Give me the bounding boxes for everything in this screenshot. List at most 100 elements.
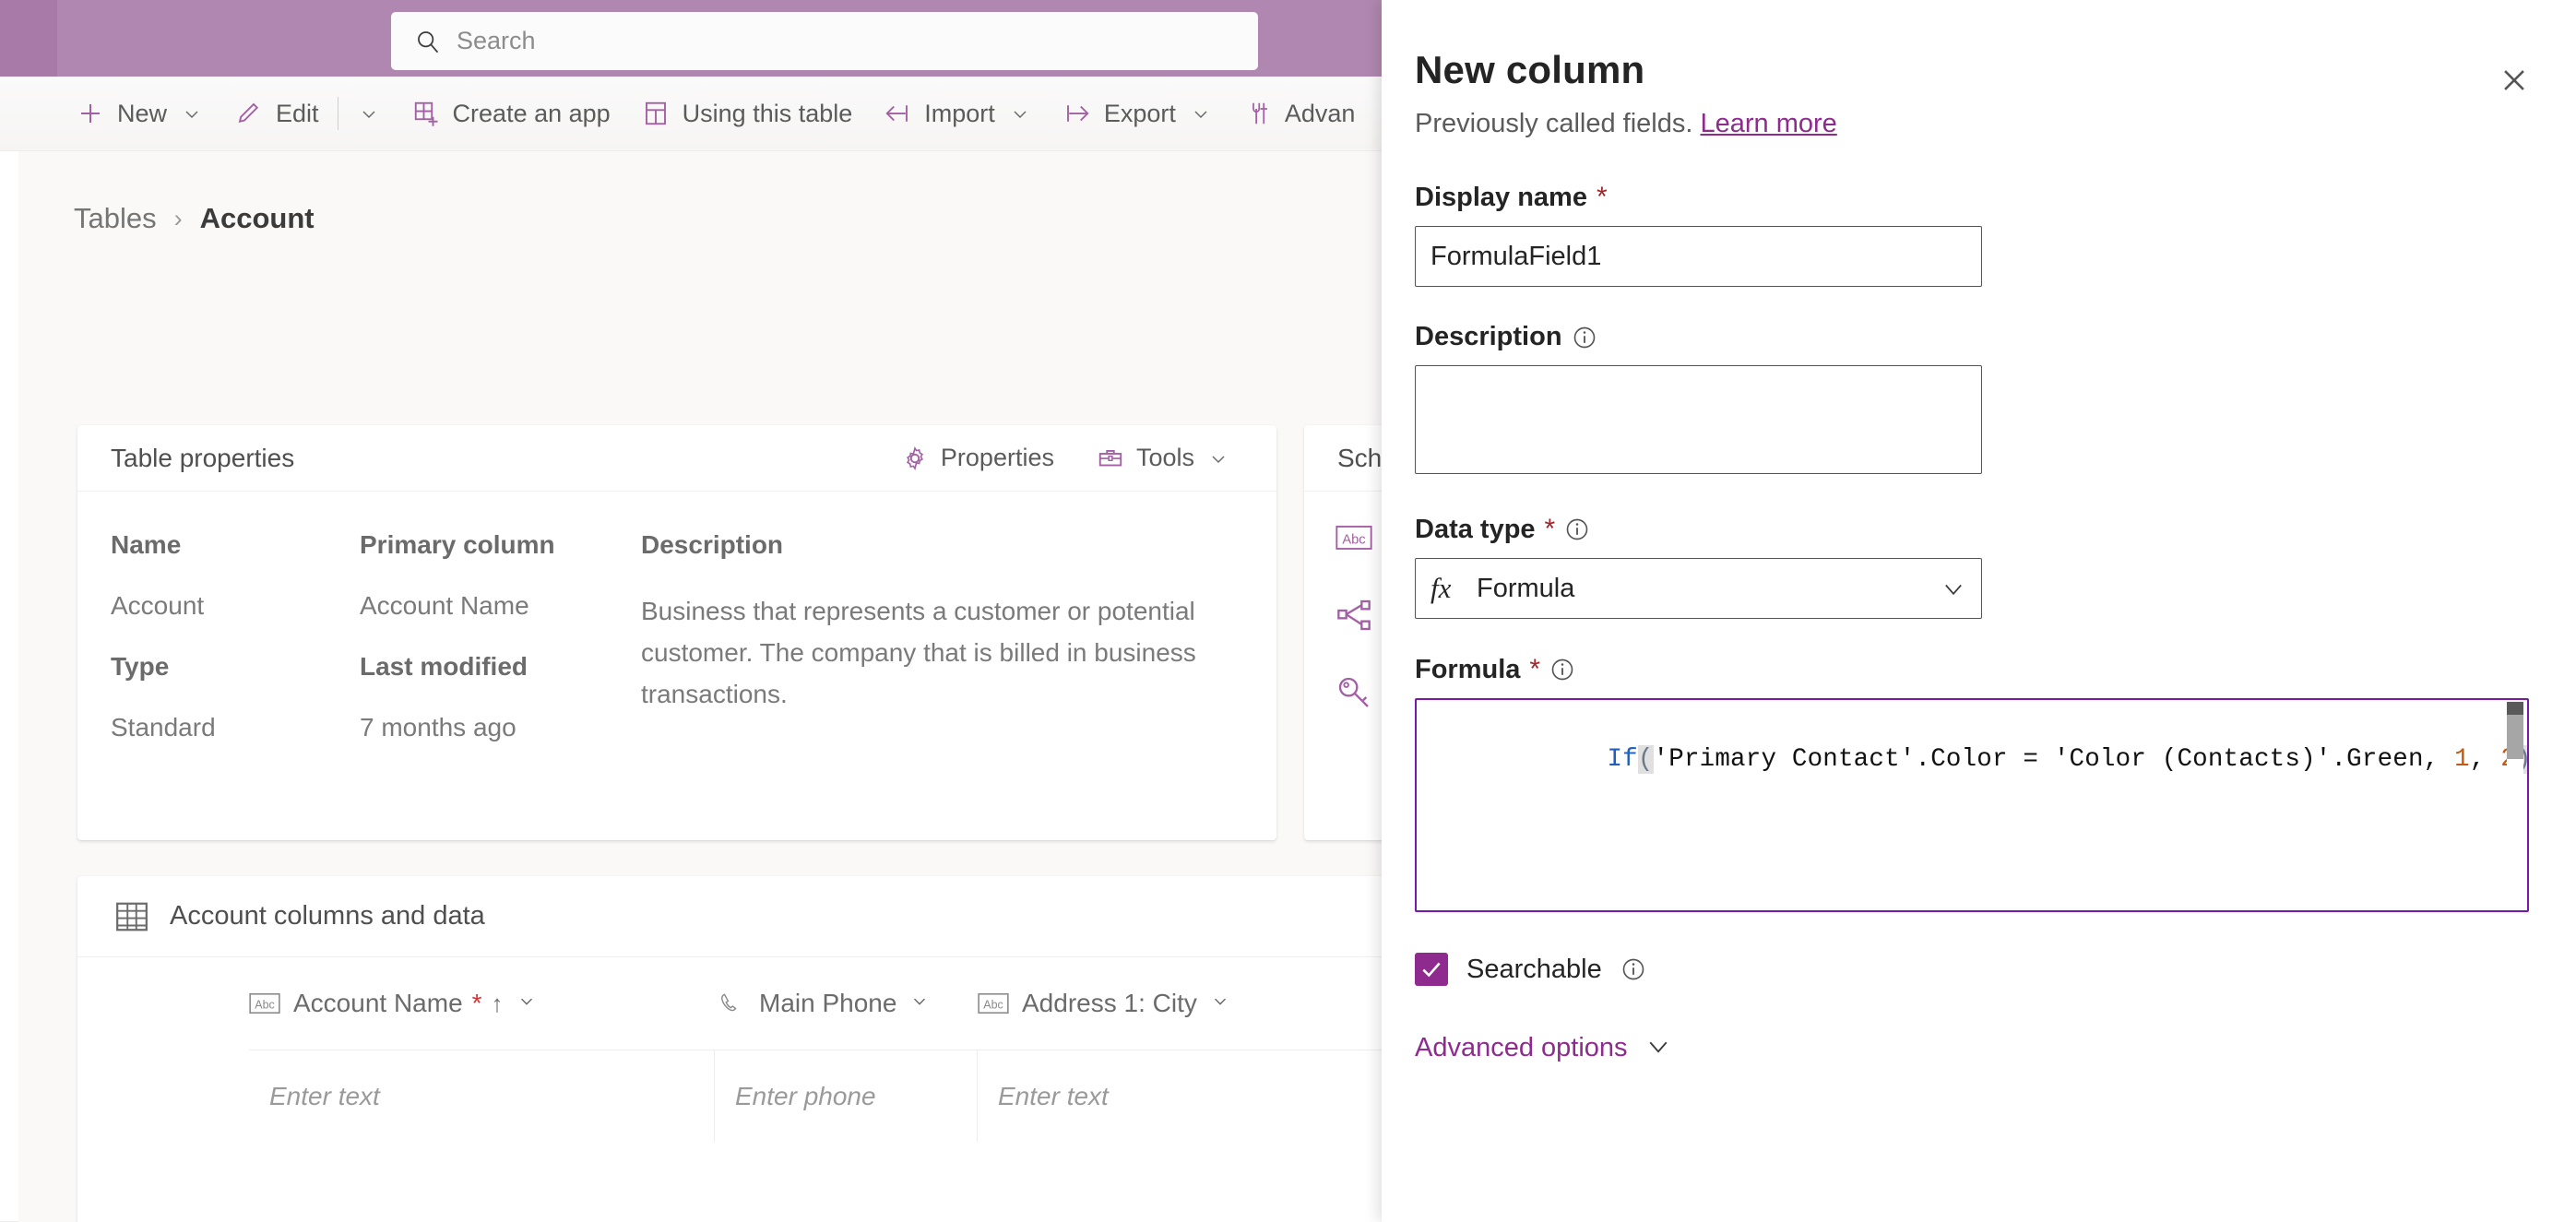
- chevron-down-icon[interactable]: [1189, 101, 1213, 125]
- searchable-checkbox[interactable]: [1415, 953, 1448, 986]
- search-icon: [415, 29, 441, 54]
- columns-card-title: Account columns and data: [170, 901, 485, 931]
- table-properties-card-header: Table properties Properties Tools: [77, 425, 1276, 492]
- advanced-button[interactable]: Advan: [1229, 77, 1371, 151]
- properties-label: Properties: [940, 444, 1054, 471]
- formula-token-open-paren: (: [1637, 745, 1654, 774]
- pencil-icon: [235, 100, 263, 127]
- formula-token-comma-2: ,: [2469, 745, 2501, 774]
- description-label-text: Description: [1415, 322, 1562, 351]
- svg-text:Abc: Abc: [1342, 533, 1365, 548]
- panel-subtitle: Previously called fields. Learn more: [1415, 109, 2524, 139]
- info-icon[interactable]: [1572, 325, 1597, 350]
- description-textarea[interactable]: [1415, 365, 1982, 474]
- label-last-modified: Last modified: [360, 652, 528, 681]
- breadcrumb: Tables › Account: [74, 202, 315, 235]
- learn-more-link[interactable]: Learn more: [1700, 109, 1836, 138]
- export-button[interactable]: Export: [1048, 77, 1229, 151]
- chevron-down-icon[interactable]: [1008, 101, 1032, 125]
- chevron-down-icon[interactable]: [909, 991, 930, 1016]
- panel-body: Display name * Description Data type: [1382, 139, 2576, 1064]
- required-asterisk: *: [1596, 182, 1608, 212]
- searchable-label: Searchable: [1466, 954, 1602, 984]
- label-primary-column: Primary column: [360, 530, 555, 559]
- table-properties-grid: Name Primary column Description Account …: [77, 492, 1276, 774]
- import-button[interactable]: Import: [868, 77, 1048, 151]
- svg-text:Abc: Abc: [255, 999, 274, 1012]
- chevron-down-icon[interactable]: [357, 101, 381, 125]
- formula-token-number-1: 1: [2454, 745, 2470, 774]
- relationships-icon: [1335, 597, 1372, 634]
- searchable-row: Searchable: [1415, 953, 2543, 986]
- display-name-input[interactable]: [1415, 226, 1982, 287]
- value-type: Standard: [111, 713, 216, 742]
- chevron-down-icon[interactable]: [1941, 575, 1966, 601]
- scrollbar-thumb-cap[interactable]: [2507, 702, 2523, 715]
- export-arrow-icon: [1063, 100, 1091, 127]
- formula-scrollbar[interactable]: [2507, 702, 2523, 910]
- display-name-label: Display name *: [1415, 182, 2543, 213]
- label-name: Name: [111, 530, 182, 559]
- formula-token-comma-1: ,: [2423, 745, 2455, 774]
- required-asterisk: *: [1544, 514, 1556, 544]
- plus-icon: [77, 100, 104, 127]
- formula-text[interactable]: If('Primary Contact'.Color = 'Color (Con…: [1422, 707, 2527, 813]
- description-field: Description: [1415, 322, 2543, 479]
- breadcrumb-tables[interactable]: Tables: [74, 202, 157, 235]
- edit-label: Edit: [276, 99, 319, 127]
- using-this-table-button[interactable]: Using this table: [626, 77, 869, 151]
- tools-label: Tools: [1135, 444, 1194, 471]
- display-name-label-text: Display name: [1415, 182, 1587, 212]
- gear-icon: [901, 445, 929, 472]
- sort-ascending-icon[interactable]: ↑: [492, 990, 504, 1018]
- data-type-label: Data type *: [1415, 514, 2543, 545]
- cell-account-name[interactable]: Enter text: [249, 1050, 715, 1142]
- info-icon[interactable]: [1564, 516, 1590, 542]
- grid-column-account-name[interactable]: Abc Account Name * ↑: [249, 989, 715, 1018]
- advanced-tools-icon: [1244, 100, 1272, 127]
- key-icon: [1335, 674, 1372, 711]
- search-placeholder: Search: [457, 27, 536, 54]
- table-properties-card: Table properties Properties Tools Name P…: [77, 425, 1276, 840]
- formula-label: Formula *: [1415, 654, 2543, 685]
- grid-column-label: Address 1: City: [1022, 989, 1197, 1017]
- chevron-down-icon[interactable]: [180, 101, 204, 125]
- left-rail-strip: [0, 151, 18, 1222]
- formula-token-keyword: If: [1607, 745, 1638, 774]
- chevron-down-icon[interactable]: [1644, 1032, 1672, 1064]
- label-description: Description: [641, 530, 784, 559]
- create-an-app-button[interactable]: Create an app: [397, 77, 626, 151]
- edit-button[interactable]: Edit: [220, 77, 397, 151]
- info-icon[interactable]: [1549, 657, 1575, 682]
- advanced-options-label: Advanced options: [1415, 1033, 1628, 1062]
- data-type-dropdown[interactable]: fx Formula: [1415, 558, 1982, 619]
- value-name: Account: [111, 591, 205, 620]
- panel-header: New column Previously called fields. Lea…: [1382, 0, 2576, 139]
- label-type: Type: [111, 652, 170, 681]
- display-name-field: Display name *: [1415, 182, 2543, 287]
- formula-token-lhs: 'Primary Contact'.Color: [1653, 745, 2024, 774]
- advanced-options-toggle[interactable]: Advanced options: [1415, 1032, 2543, 1064]
- grid-column-address-1-city[interactable]: Abc Address 1: City: [978, 989, 1254, 1018]
- chevron-down-icon[interactable]: [516, 991, 537, 1016]
- properties-button[interactable]: Properties: [888, 444, 1067, 472]
- new-button[interactable]: New: [61, 77, 220, 151]
- chevron-down-icon[interactable]: [1210, 991, 1230, 1016]
- description-label: Description: [1415, 322, 2543, 352]
- data-type-label-text: Data type: [1415, 514, 1536, 544]
- formula-token-rhs: 'Color (Contacts)'.Green: [2053, 745, 2424, 774]
- formula-editor[interactable]: If('Primary Contact'.Color = 'Color (Con…: [1415, 698, 2529, 912]
- cell-main-phone[interactable]: Enter phone: [715, 1050, 978, 1142]
- tools-button[interactable]: Tools: [1084, 444, 1243, 472]
- grid-column-label: Main Phone: [759, 989, 897, 1017]
- table-properties-title: Table properties: [111, 443, 295, 472]
- info-icon[interactable]: [1620, 956, 1646, 982]
- cell-address-1-city[interactable]: Enter text: [978, 1050, 1439, 1142]
- chevron-down-icon[interactable]: [1206, 446, 1230, 470]
- search-input[interactable]: Search: [391, 12, 1258, 70]
- grid-column-main-phone[interactable]: Main Phone: [715, 989, 978, 1018]
- data-type-value: Formula: [1477, 573, 1575, 603]
- close-icon: [2499, 65, 2530, 101]
- grid-icon: [114, 899, 149, 934]
- close-button[interactable]: [2486, 53, 2543, 111]
